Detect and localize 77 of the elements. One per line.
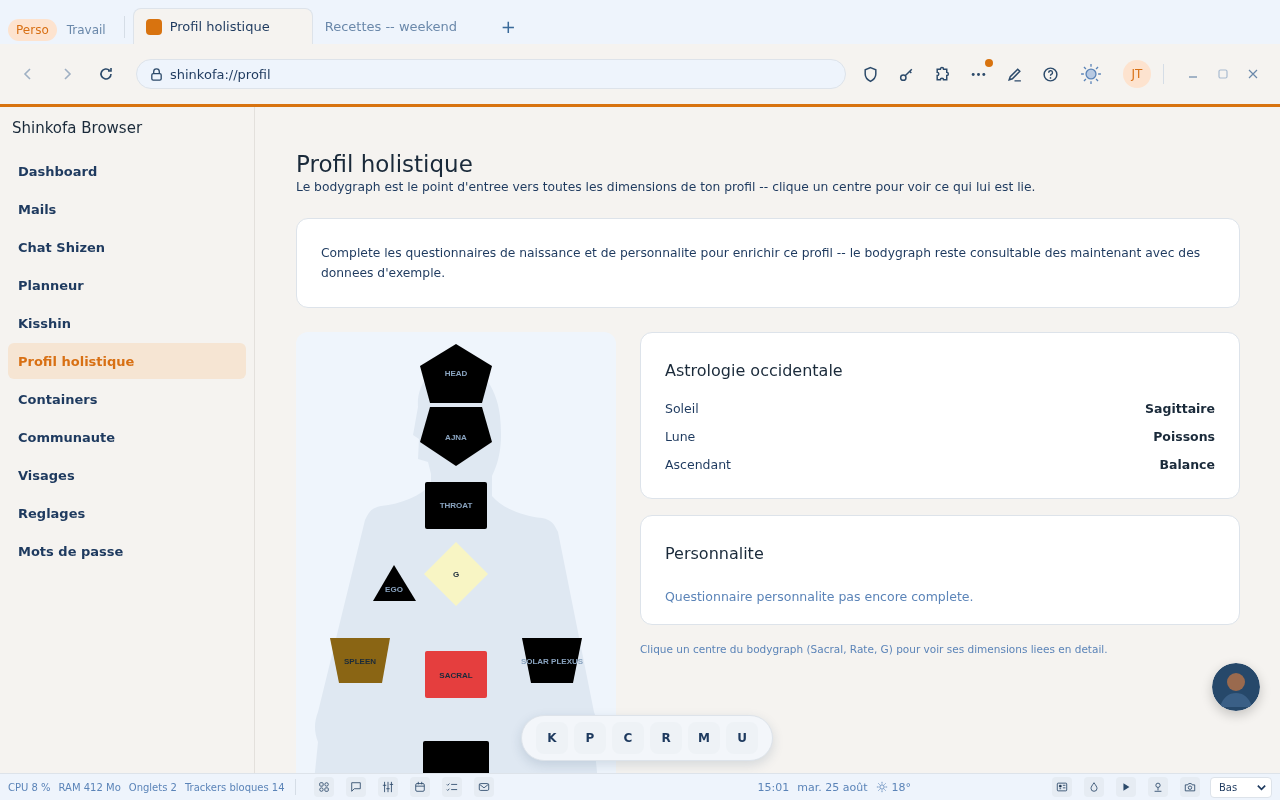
help-icon[interactable] — [1042, 65, 1059, 83]
shield-icon[interactable] — [862, 65, 879, 83]
center-label: SACRAL — [439, 671, 473, 680]
sidebar-item[interactable]: Communaute — [8, 419, 246, 455]
browser-tab[interactable]: Profil holistique — [132, 8, 313, 44]
sidebar-item[interactable]: Containers — [8, 381, 246, 417]
status-stat: CPU 8 % — [8, 781, 51, 793]
quick-nav-button[interactable]: C — [612, 722, 644, 754]
sun-icon — [875, 781, 888, 793]
drop-icon[interactable] — [1084, 777, 1104, 797]
center-label: G — [452, 570, 460, 579]
camera-icon[interactable] — [1180, 777, 1200, 797]
sidebar-title: Shinkofa Browser — [11, 118, 144, 139]
status-time: 15:01 — [757, 780, 790, 794]
sun-icon[interactable] — [1080, 63, 1102, 85]
center-label: EGO — [385, 585, 403, 594]
position-dropdown[interactable]: Bas — [1210, 776, 1272, 798]
chat-icon[interactable] — [345, 777, 366, 797]
status-stat: Trackers bloques 14 — [184, 781, 285, 793]
lock-icon — [149, 66, 164, 82]
address-text: shinkofa://profil — [170, 66, 271, 82]
puzzle-icon[interactable] — [934, 65, 951, 83]
status-weather: 18° — [891, 780, 912, 794]
checklist-icon[interactable] — [441, 777, 462, 797]
bodygraph-center[interactable] — [373, 565, 416, 601]
quick-nav-button[interactable]: R — [650, 722, 682, 754]
astrology-value: Balance — [1159, 456, 1215, 472]
tab-favicon-icon — [145, 18, 162, 35]
quick-nav-button[interactable]: K — [536, 722, 568, 754]
address-field[interactable]: shinkofa://profil — [136, 59, 846, 89]
calendar-icon[interactable] — [409, 777, 430, 797]
page-title: Profil holistique — [296, 151, 474, 177]
sidebar-item[interactable]: Chat Shizen — [8, 229, 246, 265]
id-card-icon[interactable] — [1052, 777, 1072, 797]
personality-message: Questionnaire personnalite pas encore complete. — [665, 589, 975, 604]
astrology-value: Sagittaire — [1145, 400, 1215, 416]
play-icon[interactable] — [1116, 777, 1136, 797]
bodygraph-center[interactable] — [420, 407, 492, 466]
status-date: mar. 25 août — [797, 780, 868, 794]
reload-icon[interactable] — [98, 66, 114, 82]
bodygraph-center[interactable] — [330, 638, 390, 683]
grid-icon[interactable] — [313, 777, 334, 797]
astrology-label: Ascendant — [665, 456, 731, 472]
new-tab-button[interactable]: + — [490, 8, 526, 44]
sidebar-item[interactable]: Mails — [8, 191, 246, 227]
astrology-label: Soleil — [665, 400, 699, 416]
bodygraph-center[interactable] — [420, 344, 492, 403]
tab-title: Recettes -- weekend — [324, 18, 458, 34]
sidebar-item[interactable]: Planneur — [8, 267, 246, 303]
close-icon[interactable] — [1247, 68, 1259, 80]
hint-text: Clique un centre du bodygraph (Sacral, Rate, G) pour voir ses dimensions liees en detail. — [640, 643, 1109, 655]
quick-nav-button[interactable]: U — [726, 722, 758, 754]
status-stat: RAM 412 Mo — [58, 781, 121, 793]
status-stat: Onglets 2 — [128, 781, 177, 793]
quick-nav-button[interactable]: P — [574, 722, 606, 754]
sidebar-item[interactable]: Mots de passe — [8, 533, 246, 569]
center-label: THROAT — [439, 501, 473, 510]
pen-icon[interactable] — [1006, 65, 1023, 83]
card-title: Personnalite — [665, 544, 765, 563]
sidebar-item[interactable]: Reglages — [8, 495, 246, 531]
notice-text: Complete les questionnaires de naissance et de personnalite pour enrichir ce profil -- le bodygraph reste consultable des maintenant avec des donnees d'exemple. — [321, 246, 1201, 280]
assistant-avatar[interactable] — [1212, 663, 1260, 711]
center-label: HEAD — [444, 369, 468, 378]
quick-nav-button[interactable]: M — [688, 722, 720, 754]
mail-icon[interactable] — [473, 777, 494, 797]
center-label: AJNA — [445, 433, 467, 442]
card-title: Astrologie occidentale — [665, 361, 844, 380]
sidebar-item[interactable]: Visages — [8, 457, 246, 493]
sidebar-item[interactable]: Dashboard — [8, 153, 246, 189]
astrology-label: Lune — [665, 428, 696, 444]
page-subtitle: Le bodygraph est le point d'entree vers toutes les dimensions de ton profil -- clique un centre pour voir ce qui lui est lie. — [296, 180, 1037, 194]
center-label: SPLEEN — [344, 657, 376, 666]
astrology-value: Poissons — [1153, 428, 1215, 444]
pin-icon[interactable] — [1148, 777, 1168, 797]
sliders-icon[interactable] — [377, 777, 398, 797]
tab-title: Profil holistique — [169, 19, 270, 34]
sidebar-item[interactable]: Kisshin — [8, 305, 246, 341]
